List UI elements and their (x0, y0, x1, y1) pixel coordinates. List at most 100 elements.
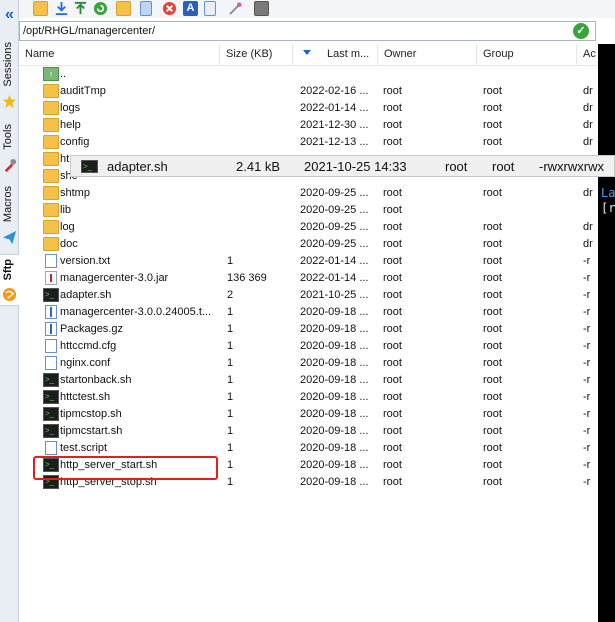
file-name: httctest.sh (60, 391, 111, 403)
file-row[interactable]: lib 2020-09-25 ... root (19, 202, 598, 219)
side-tab-bar: « Sessions Tools Macros Sftp (0, 0, 19, 622)
file-owner: root (383, 238, 402, 250)
drag-preview-group: root (492, 159, 515, 174)
file-group: root (483, 476, 502, 488)
column-owner[interactable]: Owner (384, 48, 416, 60)
parent-folder-icon: ↑ (43, 67, 59, 81)
folder-icon (43, 237, 59, 251)
file-row[interactable]: auditTmp 2022-02-16 ... root root dr (19, 83, 598, 100)
file-row[interactable]: log 2020-09-25 ... root root dr (19, 219, 598, 236)
column-divider[interactable] (292, 44, 293, 66)
file-row[interactable]: managercenter-3.0.0.24005.t... 1 2020-09-1… (19, 304, 598, 321)
file-size: 2 (227, 289, 234, 301)
file-row[interactable]: >_ tipmcstart.sh 1 2020-09-18 ... root root -r (19, 423, 598, 440)
file-row[interactable]: Packages.gz 1 2020-09-18 ... root root -r (19, 321, 598, 338)
file-owner: root (383, 119, 402, 131)
file-owner: root (383, 306, 402, 318)
column-name[interactable]: Name (25, 48, 54, 60)
upload-icon[interactable] (73, 1, 88, 16)
file-permissions: -r (583, 323, 591, 335)
terminal-icon[interactable] (254, 1, 269, 16)
file-name: .. (60, 68, 67, 80)
folder-icon (43, 84, 59, 98)
jar-file-icon (45, 271, 57, 285)
new-file-icon[interactable] (140, 1, 152, 16)
parent-folder-icon[interactable] (33, 1, 48, 16)
column-access[interactable]: Ac (583, 48, 596, 60)
column-divider[interactable] (377, 44, 378, 66)
column-divider[interactable] (219, 44, 220, 66)
file-row[interactable]: version.txt 1 2022-01-14 ... root root -r (19, 253, 598, 270)
folder-icon (43, 101, 59, 115)
file-owner: root (383, 289, 402, 301)
tab-tools[interactable]: Tools (0, 122, 19, 174)
double-chevron-left-icon[interactable]: « (2, 6, 17, 24)
magic-wand-icon[interactable] (228, 1, 243, 16)
new-folder-icon[interactable] (116, 1, 131, 16)
column-divider[interactable] (576, 44, 577, 66)
paper-plane-icon (2, 230, 17, 245)
file-size: 1 (227, 357, 234, 369)
column-last-modified[interactable]: Last m... (327, 48, 369, 60)
file-owner: root (383, 255, 402, 267)
path-input[interactable]: /opt/RHGL/managercenter/ (19, 21, 596, 41)
file-row[interactable]: >_ startonback.sh 1 2020-09-18 ... root root -… (19, 372, 598, 389)
file-row[interactable]: >_ adapter.sh 2 2021-10-25 ... root root -r (19, 287, 598, 304)
drag-preview-permissions: -rwxrwxrwx (539, 159, 604, 174)
tab-sessions[interactable]: Sessions (0, 40, 19, 109)
file-group: root (483, 391, 502, 403)
file-group: root (483, 187, 502, 199)
file-modified: 2021-12-30 ... (300, 119, 369, 131)
file-name: nginx.conf (60, 357, 111, 369)
checkmark-icon[interactable]: ✓ (573, 23, 589, 39)
file-name: managercenter-3.0.0.24005.t... (60, 306, 212, 318)
tab-sftp[interactable]: Sftp (0, 254, 19, 306)
file-name: ht (60, 153, 70, 165)
column-size[interactable]: Size (KB) (226, 48, 272, 60)
file-group: root (483, 357, 502, 369)
download-icon[interactable] (54, 1, 69, 16)
file-row[interactable]: shtmp 2020-09-25 ... root root dr (19, 185, 598, 202)
column-divider[interactable] (476, 44, 477, 66)
text-edit-icon[interactable]: A (183, 1, 198, 16)
file-modified: 2020-09-18 ... (300, 425, 369, 437)
file-modified: 2020-09-18 ... (300, 391, 369, 403)
column-group[interactable]: Group (483, 48, 514, 60)
terminal-pane[interactable]: La [r (598, 44, 615, 622)
file-owner: root (383, 323, 402, 335)
file-group: root (483, 442, 502, 454)
file-modified: 2020-09-18 ... (300, 323, 369, 335)
file-modified: 2022-01-14 ... (300, 272, 369, 284)
file-group: root (483, 238, 502, 250)
file-size: 1 (227, 459, 234, 471)
refresh-icon[interactable] (93, 1, 108, 16)
delete-icon[interactable] (162, 1, 177, 16)
text-file-icon (45, 356, 57, 370)
highlight-box (33, 456, 218, 480)
file-row[interactable]: httccmd.cfg 1 2020-09-18 ... root root -r (19, 338, 598, 355)
file-row[interactable]: managercenter-3.0.jar 136 369 2022-01-14 .… (19, 270, 598, 287)
file-name: logs (60, 102, 81, 114)
file-row[interactable]: logs 2022-01-14 ... root root dr (19, 100, 598, 117)
file-name: auditTmp (60, 85, 106, 97)
file-size: 1 (227, 323, 234, 335)
file-row[interactable]: >_ tipmcstop.sh 1 2020-09-18 ... root root -r (19, 406, 598, 423)
file-group: root (483, 459, 502, 471)
tab-macros[interactable]: Macros (0, 184, 19, 246)
text-file-icon (45, 339, 57, 353)
file-row[interactable]: doc 2020-09-25 ... root root dr (19, 236, 598, 253)
file-row[interactable]: nginx.conf 1 2020-09-18 ... root root -r (19, 355, 598, 372)
file-permissions: dr (583, 187, 593, 199)
file-properties-icon[interactable] (204, 1, 216, 16)
sftp-toolbar: A (19, 0, 615, 18)
file-row[interactable]: >_ httctest.sh 1 2020-09-18 ... root root -r (19, 389, 598, 406)
file-name: lib (60, 204, 72, 216)
file-group: root (483, 136, 502, 148)
file-row[interactable]: test.script 1 2020-09-18 ... root root -r (19, 440, 598, 457)
file-row[interactable]: help 2021-12-30 ... root root dr (19, 117, 598, 134)
file-row[interactable]: config 2021-12-13 ... root root dr (19, 134, 598, 151)
file-size: 1 (227, 476, 234, 488)
file-row[interactable]: ↑.. (19, 66, 598, 83)
file-permissions: -r (583, 442, 591, 454)
file-group: root (483, 85, 502, 97)
